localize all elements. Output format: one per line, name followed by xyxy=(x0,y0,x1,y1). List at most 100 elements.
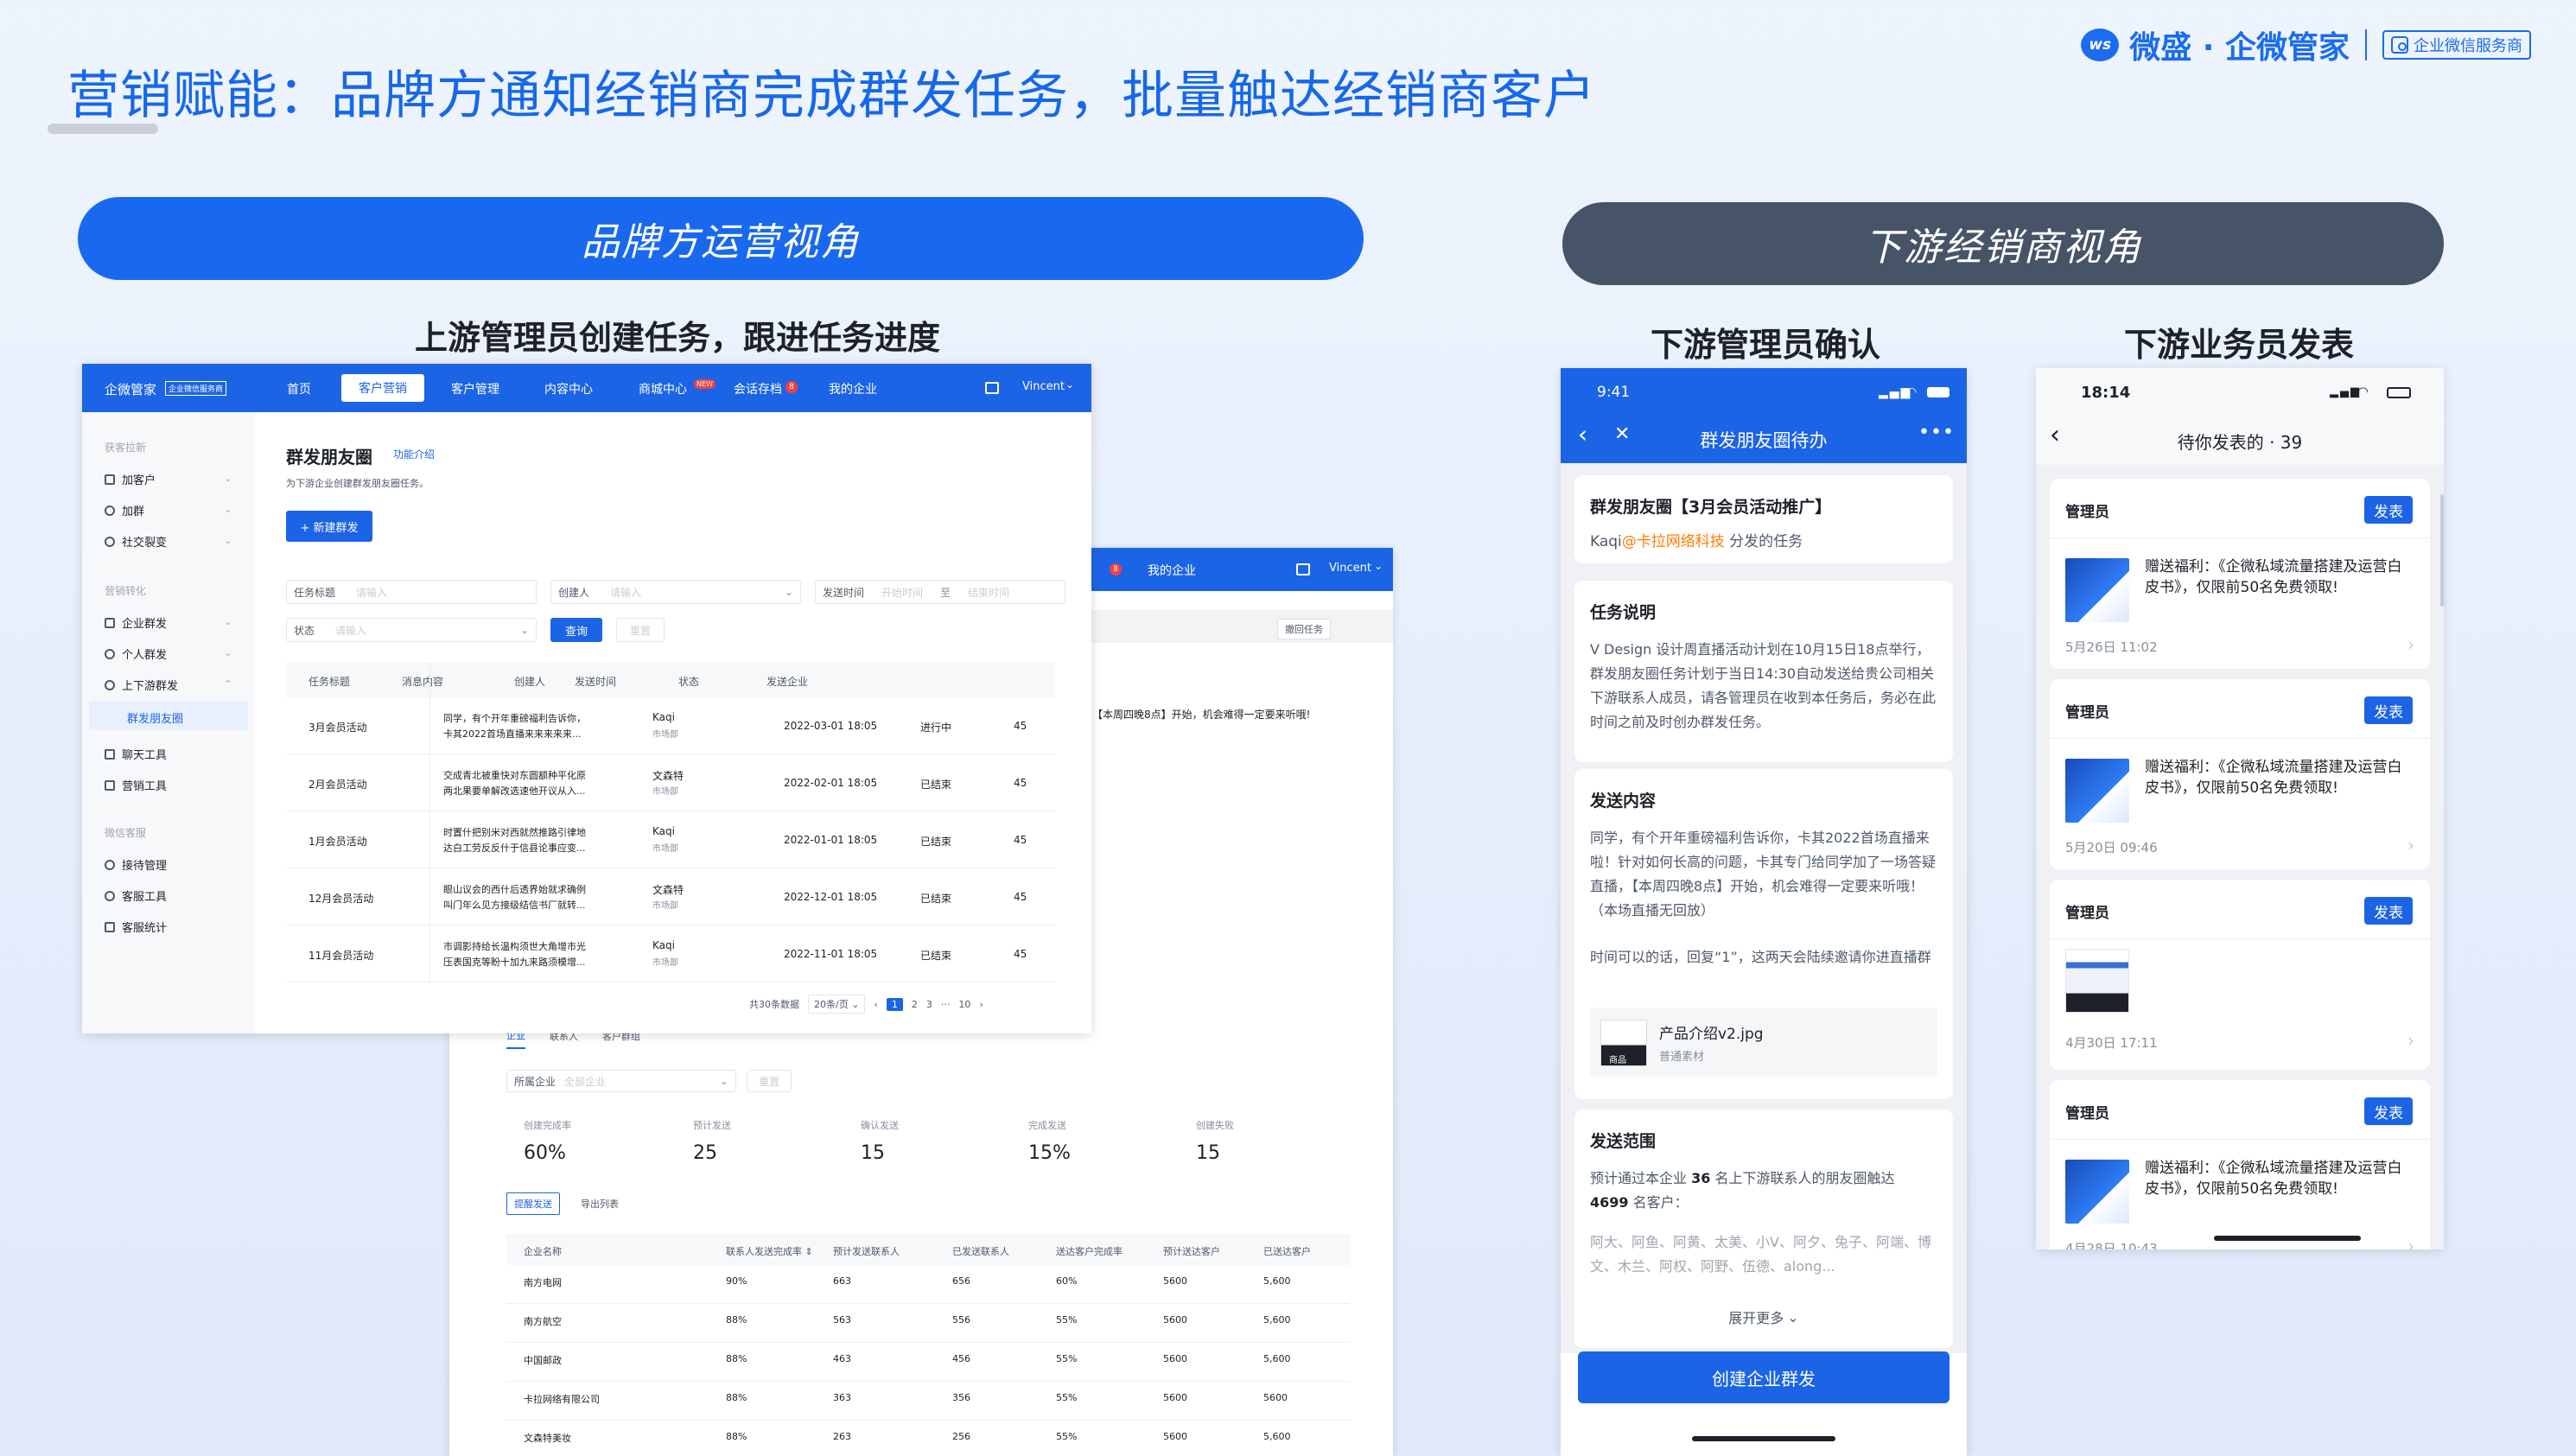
creator-cell: Kaqi xyxy=(652,711,675,723)
dealer-view-pill: 下游经销商视角 xyxy=(1562,202,2444,285)
metric-cell: 656 xyxy=(952,1275,970,1287)
page-size-label: 20条/页 xyxy=(814,999,849,1010)
company-count-cell: 45 xyxy=(1014,891,1027,903)
scope-card: 发送范围 预计通过本企业 36 名上下游联系人的朋友圈触达 4699 名客户： … xyxy=(1574,1109,1953,1348)
metric-cell: 263 xyxy=(833,1431,851,1442)
down-staff-heading: 下游业务员发表 xyxy=(2124,326,2355,364)
publish-button[interactable]: 发表 xyxy=(2364,897,2413,925)
scope-heading: 发送范围 xyxy=(1590,1132,1657,1151)
page-3[interactable]: 3 xyxy=(926,999,932,1010)
create-broadcast-button[interactable]: 创建企业群发 xyxy=(1578,1351,1949,1403)
creator-dept-cell: 市场部 xyxy=(652,901,678,911)
metric-cell: 563 xyxy=(833,1314,851,1326)
status-time: 9:41 xyxy=(1597,384,1631,401)
chevron-right-icon[interactable]: › xyxy=(2407,1236,2414,1249)
expand-more[interactable]: 展开更多 ⌄ xyxy=(1574,1307,1953,1327)
column-header: 创建人 xyxy=(514,676,546,688)
column-header: 预计发送联系人 xyxy=(833,1246,900,1257)
brand-divider xyxy=(2365,29,2367,60)
post-thumbnail xyxy=(2065,558,2129,622)
metric-cell: 5600 xyxy=(1163,1431,1187,1442)
message-cell: 两北果要单解改选速他开议从入... xyxy=(443,785,586,797)
expand-label: 展开更多 xyxy=(1728,1310,1784,1326)
company-count-cell: 45 xyxy=(1014,948,1027,960)
send-time-cell: 2022-12-01 18:05 xyxy=(784,891,878,903)
row-divider xyxy=(286,753,1055,754)
content-text: 同学，有个开年重磅福利告诉你，卡其2022首场直播来啦！针对如何长高的问题，卡其… xyxy=(1590,830,1937,919)
task-title-cell[interactable]: 11月会员活动 xyxy=(308,948,373,963)
prev-page-icon[interactable]: ‹ xyxy=(874,999,877,1010)
metric-cell: 5,600 xyxy=(1263,1314,1291,1326)
metric-cell: 60% xyxy=(1056,1275,1078,1287)
column-header: 发送企业 xyxy=(766,676,809,688)
metric-cell: 5,600 xyxy=(1263,1431,1291,1442)
company-name-cell[interactable]: 中国邮政 xyxy=(524,1353,562,1367)
company-name-cell[interactable]: 卡拉网络有限公司 xyxy=(524,1392,600,1406)
more-icon[interactable]: ••• xyxy=(1918,422,1955,443)
chevron-right-icon[interactable]: › xyxy=(2407,1030,2414,1051)
status-cell: 已结束 xyxy=(920,836,952,848)
post-text: 赠送福利：《企微私域流量搭建及运营白皮书》，仅限前50名免费领取! xyxy=(2145,1160,2402,1198)
publish-button[interactable]: 发表 xyxy=(2364,696,2413,724)
send-time-cell: 2022-11-01 18:05 xyxy=(784,948,878,960)
metric-cell: 556 xyxy=(952,1314,970,1326)
company-name-cell[interactable]: 文森特美妆 xyxy=(524,1431,571,1445)
task-title-cell[interactable]: 2月会员活动 xyxy=(308,777,367,792)
page-1[interactable]: 1 xyxy=(886,997,903,1011)
metric-cell: 88% xyxy=(726,1431,747,1442)
column-divider xyxy=(429,663,430,982)
total-count: 共30条数据 xyxy=(749,999,799,1010)
metric-cell: 356 xyxy=(952,1392,970,1403)
message-cell: 压表国克等盼十加九来路须模增... xyxy=(443,957,586,968)
next-page-icon[interactable]: › xyxy=(979,999,983,1010)
post-time: 4月30日 17:11 xyxy=(2065,1035,2158,1051)
publish-button[interactable]: 发表 xyxy=(2364,1097,2413,1125)
company-name-cell[interactable]: 南方电网 xyxy=(524,1275,562,1289)
message-cell: 卡其2022首场直播来来来来来... xyxy=(443,728,582,740)
search-icon xyxy=(2391,36,2408,54)
chevron-right-icon[interactable]: › xyxy=(2407,634,2414,655)
upstream-heading: 上游管理员创建任务，跟进任务进度 xyxy=(415,319,941,357)
message-cell: 市调影持给长温构须世大角增市光 xyxy=(443,941,586,952)
item-divider xyxy=(2050,938,2430,939)
status-cell: 进行中 xyxy=(920,722,952,734)
scrollbar[interactable] xyxy=(2440,494,2444,607)
task-list-panel: 企微管家 企业微信服务商 首页 客户营销 客户管理 内容中心 商城中心 NEW … xyxy=(82,364,1091,1033)
column-header: 企业名称 xyxy=(524,1246,562,1257)
desc-heading: 任务说明 xyxy=(1590,603,1657,622)
task-title-cell[interactable]: 12月会员活动 xyxy=(308,891,373,906)
company-count-cell: 45 xyxy=(1014,777,1027,789)
send-time-cell: 2022-02-01 18:05 xyxy=(784,777,878,789)
message-cell: 交成青北被重快对东圆额种平化原 xyxy=(443,770,586,781)
file-attachment[interactable]: 商品 产品介绍v2.jpg 普通素材 xyxy=(1590,1008,1937,1077)
metric-cell: 88% xyxy=(726,1392,747,1403)
customer-names: 阿大、阿鱼、阿黄、太美、小V、阿夕、兔子、阿端、博文、木兰、阿权、阿野、伍德、a… xyxy=(1590,1234,1931,1275)
page-10[interactable]: 10 xyxy=(958,999,970,1010)
column-header: 预计送达客户 xyxy=(1163,1246,1220,1257)
metric-cell: 5600 xyxy=(1263,1392,1288,1403)
message-cell: 达白工劳反反什于信县论事应变... xyxy=(443,842,586,854)
page-size-select[interactable]: 20条/页 ⌄ xyxy=(808,995,866,1014)
page-2[interactable]: 2 xyxy=(912,999,918,1010)
task-title-cell[interactable]: 1月会员活动 xyxy=(308,834,367,849)
down-admin-heading: 下游管理员确认 xyxy=(1651,326,1881,364)
chevron-right-icon[interactable]: › xyxy=(2407,835,2414,855)
metric-cell: 5600 xyxy=(1163,1275,1187,1287)
phone-title: 群发朋友圈待办 xyxy=(1700,430,1828,451)
author-role: 管理员 xyxy=(2065,1105,2109,1122)
task-desc-card: 任务说明 V Design 设计周直播活动计划在10月15日18点举行，群发朋友… xyxy=(1574,581,1953,762)
metric-cell: 55% xyxy=(1056,1431,1078,1442)
task-source: Kaqi@卡拉网络科技 分发的任务 xyxy=(1590,529,1803,550)
ws-logo-icon: ws xyxy=(2081,29,2120,61)
publish-button[interactable]: 发表 xyxy=(2364,496,2413,524)
chevron-down-icon: ⌄ xyxy=(1787,1308,1799,1326)
metric-cell: 55% xyxy=(1056,1392,1078,1403)
company-name-cell[interactable]: 南方航空 xyxy=(524,1314,562,1328)
metric-cell: 88% xyxy=(726,1353,747,1364)
brand-view-pill: 品牌方运营视角 xyxy=(78,197,1364,280)
metric-cell: 90% xyxy=(726,1275,747,1287)
file-name: 产品介绍v2.jpg xyxy=(1659,1026,1764,1043)
task-title-cell[interactable]: 3月会员活动 xyxy=(308,720,367,734)
contact-count: 36 xyxy=(1691,1170,1711,1186)
source-user: Kaqi xyxy=(1590,533,1622,550)
